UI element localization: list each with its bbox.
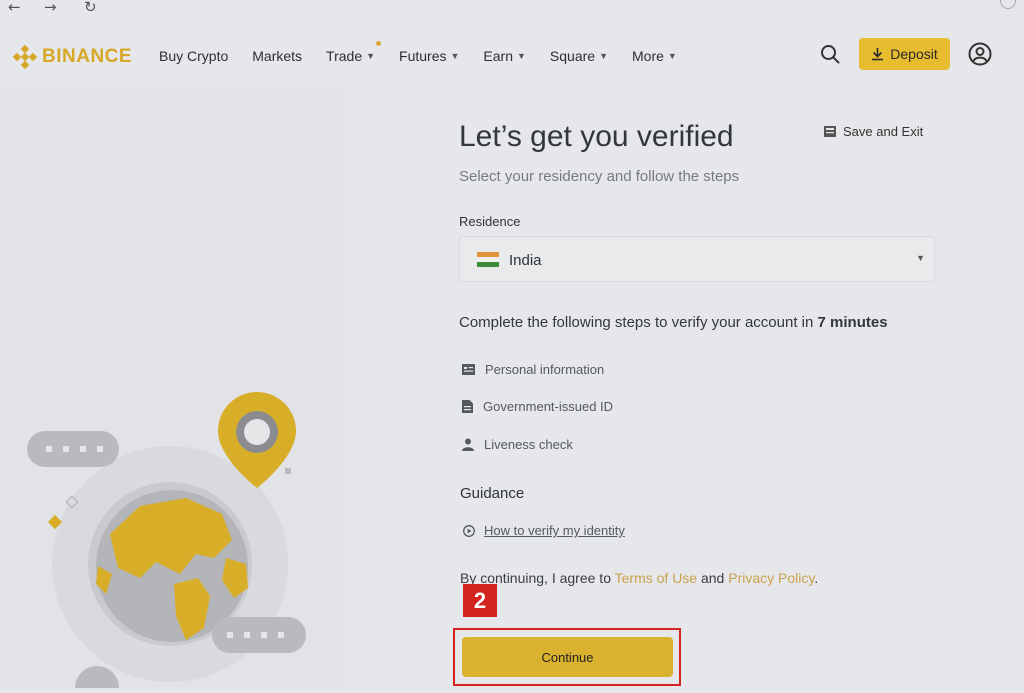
terms-of-use-link[interactable]: Terms of Use <box>615 570 697 586</box>
chevron-down-icon: ▼ <box>366 51 376 61</box>
terms-consent-text: By continuing, I agree to Terms of Use a… <box>460 570 818 586</box>
nav-label: Earn <box>483 48 513 64</box>
india-flag-icon <box>477 252 499 267</box>
reload-icon[interactable]: ↻ <box>84 0 97 16</box>
nav-label: Square <box>549 48 596 64</box>
step-personal-information: Personal information <box>462 362 604 377</box>
nav-futures[interactable]: Futures ▼ <box>399 48 459 64</box>
back-arrow-icon[interactable]: ← <box>8 0 21 16</box>
caret-down-icon: ▼ <box>916 253 925 263</box>
terms-suffix: . <box>814 570 819 586</box>
browser-status-icon <box>1000 0 1016 9</box>
privacy-policy-link[interactable]: Privacy Policy <box>728 570 814 586</box>
nav-label: Trade <box>326 48 363 64</box>
step-liveness-check: Liveness check <box>462 437 573 452</box>
residence-label: Residence <box>459 214 521 229</box>
nav-label: Buy Crypto <box>159 48 229 64</box>
residence-select[interactable]: India ▼ <box>459 236 935 282</box>
terms-and: and <box>697 570 729 586</box>
chevron-down-icon: ▼ <box>599 51 608 61</box>
step-label: Personal information <box>485 362 605 377</box>
continue-label: Continue <box>541 649 594 665</box>
step-government-id: Government-issued ID <box>462 399 613 414</box>
steps-intro-text: Complete the following steps to verify y… <box>459 314 818 331</box>
notification-dot <box>376 41 382 46</box>
deposit-label: Deposit <box>890 46 938 62</box>
guidance-heading: Guidance <box>460 485 525 502</box>
deposit-button[interactable]: Deposit <box>859 38 950 70</box>
page-subtitle: Select your residency and follow the ste… <box>459 168 740 185</box>
nav-earn[interactable]: Earn ▼ <box>483 48 526 64</box>
download-icon <box>872 48 884 61</box>
nav-buy-crypto[interactable]: Buy Crypto <box>159 48 228 64</box>
binance-logo-mark-icon <box>12 44 38 70</box>
save-and-exit-link[interactable]: Save and Exit <box>824 124 923 139</box>
browser-toolbar: ← → ↻ <box>0 0 1024 18</box>
step-label: Liveness check <box>484 437 573 452</box>
nav-markets[interactable]: Markets <box>252 48 302 64</box>
user-icon[interactable] <box>968 42 992 66</box>
search-icon[interactable] <box>820 44 840 64</box>
binance-logo[interactable]: BINANCE <box>12 44 133 70</box>
steps-time: 7 minutes <box>817 314 888 331</box>
play-circle-icon <box>463 524 475 537</box>
save-icon <box>824 126 836 137</box>
nav-square[interactable]: Square ▼ <box>550 48 608 64</box>
chevron-down-icon: ▼ <box>450 51 460 61</box>
globe-illustration <box>27 392 306 693</box>
chevron-down-icon: ▼ <box>517 51 526 61</box>
step-label: Government-issued ID <box>483 399 614 414</box>
logo-text: BINANCE <box>42 46 133 67</box>
residence-value: India <box>509 252 542 269</box>
nav-more[interactable]: More ▼ <box>632 48 677 64</box>
person-icon <box>462 438 474 451</box>
step-annotation-badge: 2 <box>463 584 497 617</box>
steps-intro: Complete the following steps to verify y… <box>459 314 888 331</box>
nav-label: Markets <box>252 48 303 64</box>
continue-button[interactable]: Continue <box>462 637 673 677</box>
how-to-verify-label: How to verify my identity <box>484 523 625 538</box>
save-and-exit-label: Save and Exit <box>843 124 924 139</box>
document-icon <box>462 400 473 413</box>
main-nav: Buy Crypto Markets Trade ▼ Futures ▼ Ear… <box>159 41 701 64</box>
nav-label: Futures <box>399 48 447 64</box>
nav-trade[interactable]: Trade ▼ <box>326 41 382 64</box>
how-to-verify-link[interactable]: How to verify my identity <box>463 523 625 538</box>
site-header: BINANCE Buy Crypto Markets Trade ▼ Futur… <box>0 30 1024 82</box>
verification-illustration <box>0 88 345 693</box>
id-card-icon <box>462 364 475 375</box>
page-title: Let’s get you verified <box>459 120 734 153</box>
chevron-down-icon: ▼ <box>667 51 677 61</box>
forward-arrow-icon[interactable]: → <box>44 0 57 16</box>
nav-label: More <box>632 48 664 64</box>
